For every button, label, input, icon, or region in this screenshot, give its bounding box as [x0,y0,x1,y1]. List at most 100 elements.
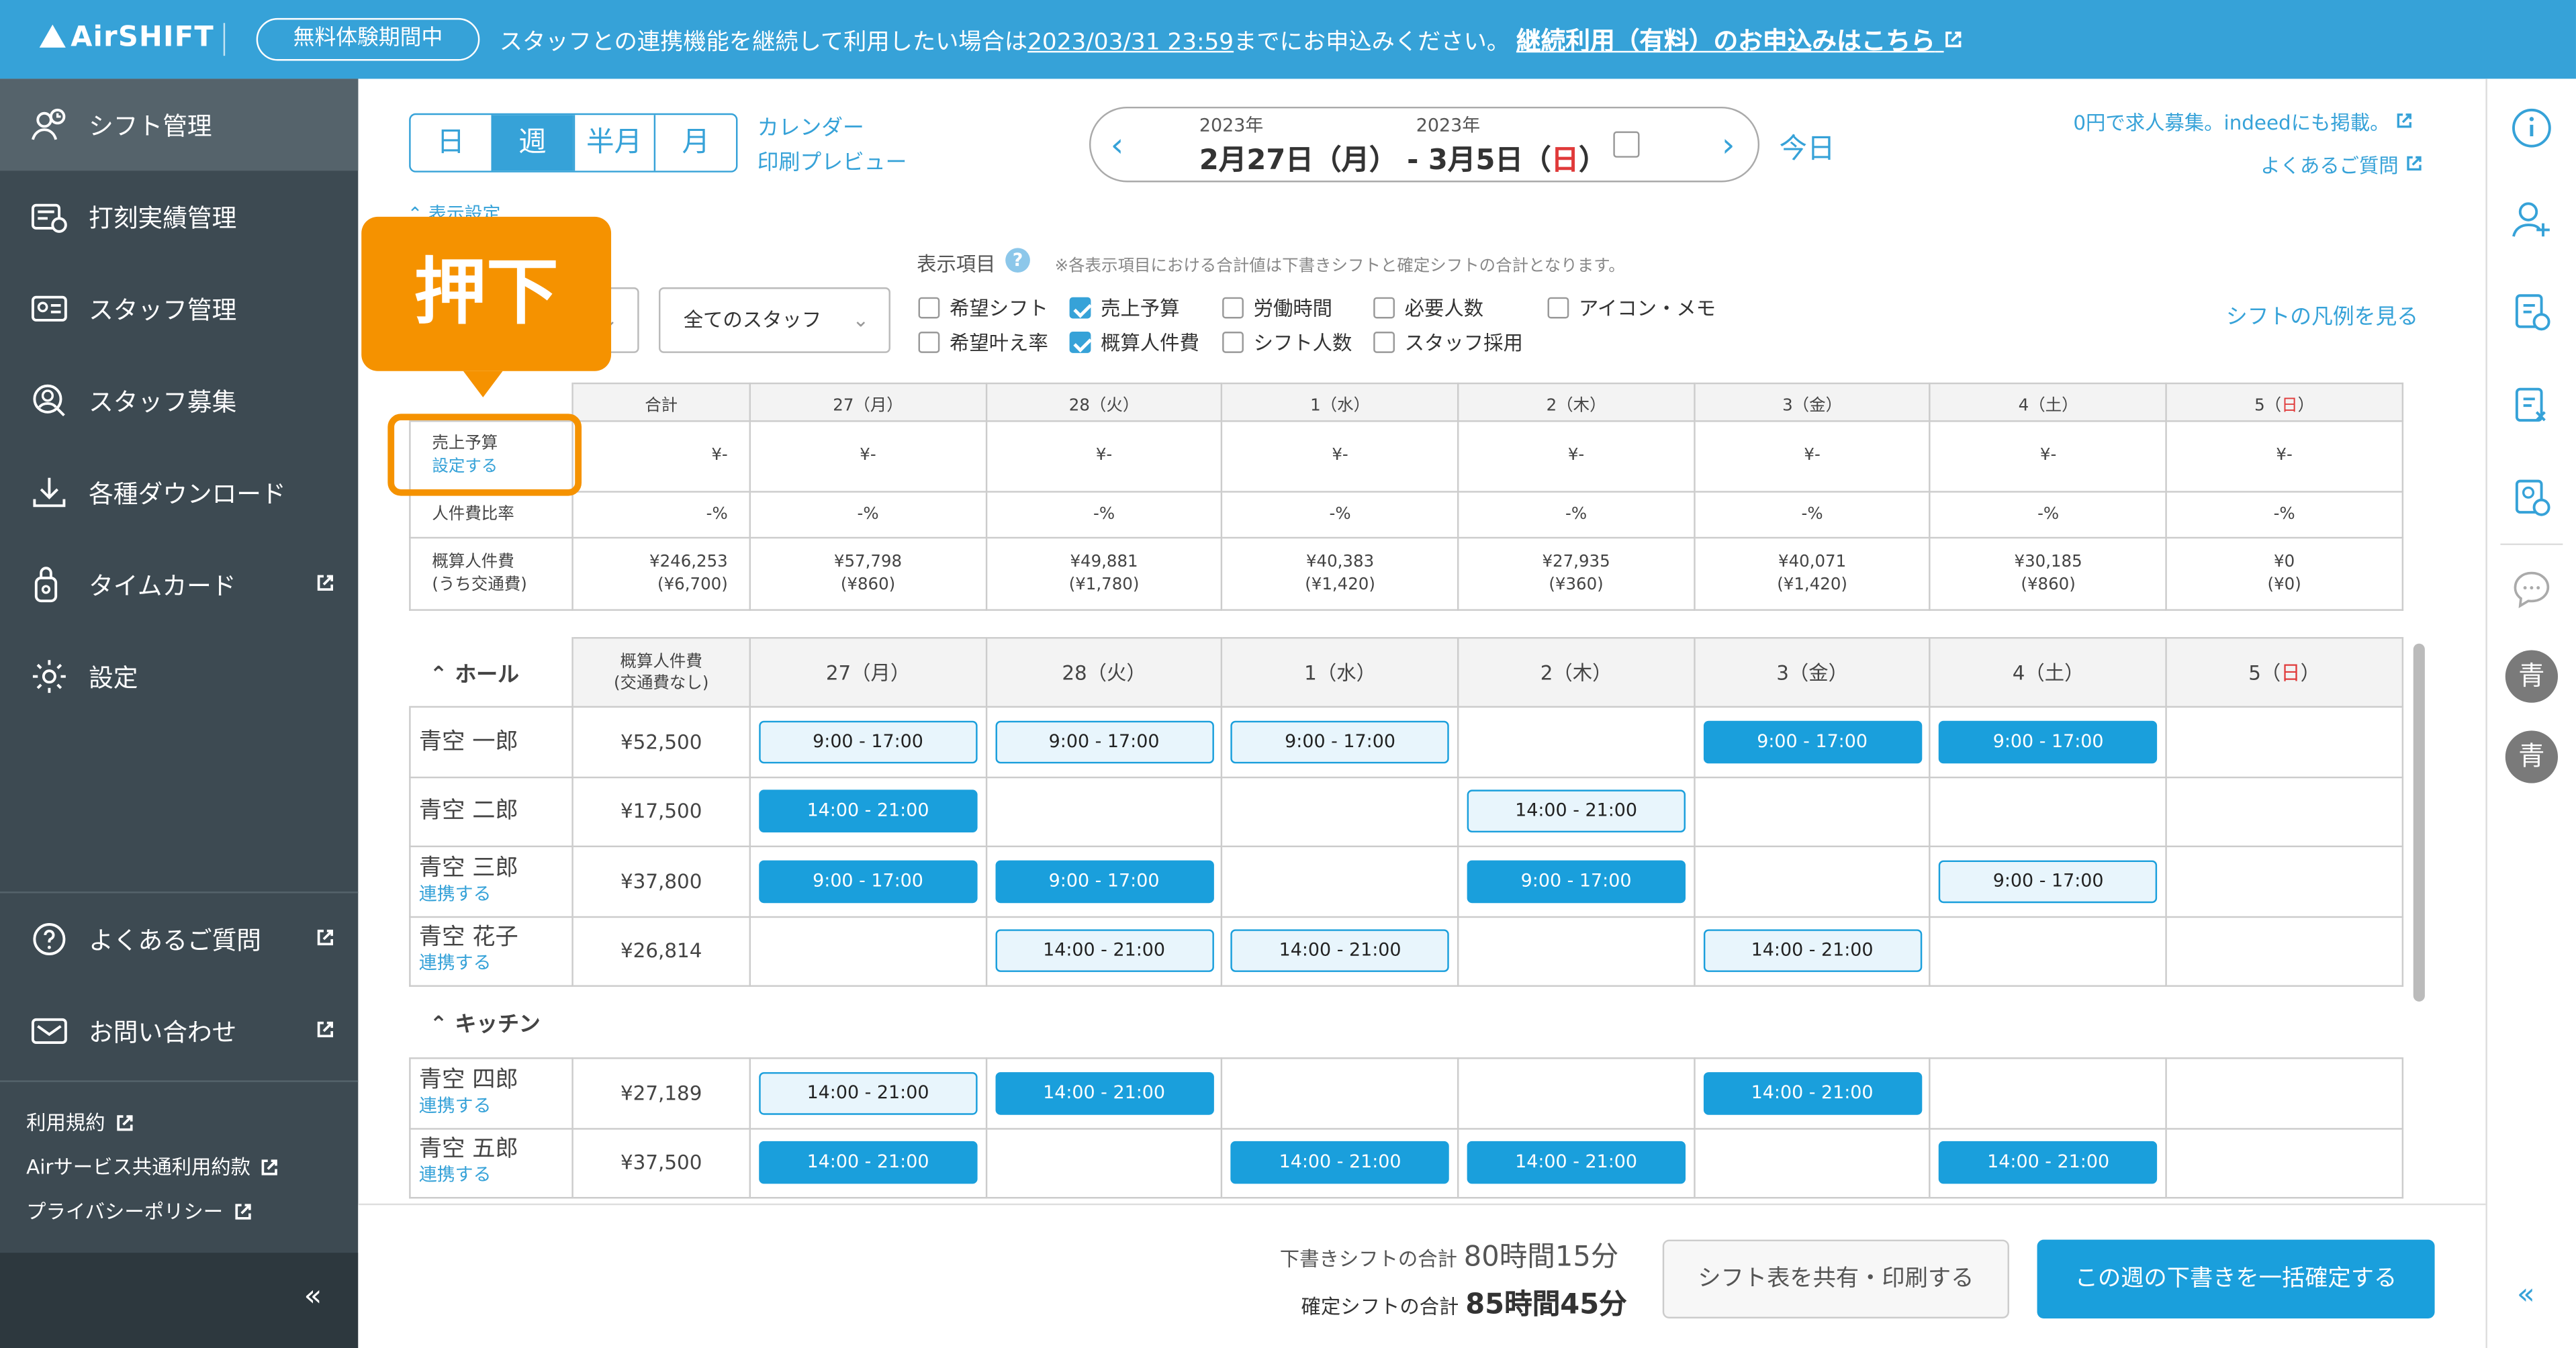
shift-cell[interactable]: 14:00 - 21:00 [1221,1127,1459,1199]
today-button[interactable]: 今日 [1779,125,1835,166]
draft-shift[interactable]: 14:00 - 21:00 [1230,929,1450,973]
sidebar-item-recruit[interactable]: スタッフ募集 [0,354,358,446]
confirmed-shift[interactable]: 14:00 - 21:00 [1230,1141,1450,1185]
shift-cell[interactable] [1221,775,1459,848]
confirmed-shift[interactable]: 14:00 - 21:00 [758,790,978,833]
staff-name-cell[interactable]: 青空 一郎 [409,706,573,778]
group-header-kitchen[interactable]: ⌃ キッチン [410,985,2403,1059]
sidebar-item-shift[interactable]: シフト管理 [0,79,359,171]
shift-request-icon[interactable] [2510,291,2553,334]
scrollbar[interactable] [2413,643,2425,1002]
sidebar-item-timestamp[interactable]: 打刻実績管理 [0,171,358,262]
shift-cell[interactable]: 9:00 - 17:00 [749,845,987,917]
shift-cell[interactable] [1693,845,1931,917]
shift-legend-link[interactable]: シフトの凡例を見る [2226,299,2418,330]
view-month-button[interactable]: 月 [654,115,736,171]
shift-cell[interactable] [2165,706,2403,778]
confirmed-shift[interactable]: 9:00 - 17:00 [1939,720,2158,763]
staff-check-icon[interactable] [2510,476,2553,519]
app-logo[interactable]: AirSHIFT [39,21,214,54]
shift-cell[interactable]: 14:00 - 21:00 [1929,1127,2168,1199]
shift-cell[interactable] [1457,915,1696,987]
draft-shift[interactable]: 9:00 - 17:00 [1230,720,1450,763]
shift-cell[interactable] [2165,775,2403,848]
confirmed-shift[interactable]: 9:00 - 17:00 [1467,859,1686,903]
shift-cell[interactable] [1693,1127,1931,1199]
shift-cell[interactable] [749,915,987,987]
shift-cell[interactable]: 14:00 - 21:00 [1457,1127,1696,1199]
sidebar-item-timecard[interactable]: タイムカード [0,538,358,630]
shift-cell[interactable] [1693,775,1931,848]
staff-name-cell[interactable]: 青空 五郎 連携する [409,1127,573,1199]
sidebar-item-download[interactable]: 各種ダウンロード [0,446,358,538]
draft-shift[interactable]: 14:00 - 21:00 [1467,790,1686,833]
indeed-link[interactable]: 0円で求人募集。indeedにも掲載。 [2073,108,2413,136]
link-staff-link[interactable]: 連携する [419,951,572,977]
confirmed-shift[interactable]: 14:00 - 21:00 [1939,1141,2158,1185]
shift-cell[interactable] [1929,915,2168,987]
chat-icon[interactable] [2510,568,2553,611]
shift-cell[interactable] [985,775,1224,848]
shift-cell[interactable] [2165,1057,2403,1129]
shift-cell[interactable]: 14:00 - 21:00 [749,1127,987,1199]
shift-cell[interactable]: 14:00 - 21:00 [1693,915,1931,987]
shift-cell[interactable]: 9:00 - 17:00 [1693,706,1931,778]
checkbox-icon-memo[interactable]: アイコン・メモ [1547,294,1716,322]
add-user-icon[interactable] [2510,197,2553,240]
checkbox-required-staff[interactable]: 必要人数 [1373,294,1483,322]
checkbox-shift-count[interactable]: シフト人数 [1222,328,1352,356]
draft-shift[interactable]: 14:00 - 21:00 [1702,929,1922,973]
prev-week-button[interactable]: ‹ [1111,125,1124,164]
view-week-button[interactable]: 週 [490,115,573,171]
draft-shift[interactable]: 9:00 - 17:00 [758,720,978,763]
shift-cell[interactable]: 14:00 - 21:00 [1693,1057,1931,1129]
shift-cell[interactable] [1221,1057,1459,1129]
shift-cell[interactable] [985,1127,1224,1199]
link-staff-link[interactable]: 連携する [419,1093,572,1119]
shift-cell[interactable] [1221,845,1459,917]
next-week-button[interactable]: › [1722,125,1735,164]
confirmed-shift[interactable]: 9:00 - 17:00 [758,859,978,903]
checkbox-staff-hiring[interactable]: スタッフ採用 [1373,328,1523,356]
confirmed-shift[interactable]: 9:00 - 17:00 [1702,720,1922,763]
sidebar-item-contact[interactable]: お問い合わせ [0,985,358,1077]
info-icon[interactable] [2510,107,2553,150]
calendar-icon[interactable] [1613,131,1640,158]
shift-cell[interactable] [1929,1057,2168,1129]
sidebar-item-staff[interactable]: スタッフ管理 [0,262,358,354]
shift-cell[interactable] [1457,1057,1696,1129]
shift-cell[interactable] [1457,706,1696,778]
shift-cell[interactable]: 9:00 - 17:00 [1929,706,2168,778]
shift-cell[interactable]: 9:00 - 17:00 [985,845,1224,917]
shift-cell[interactable]: 9:00 - 17:00 [1457,845,1696,917]
confirmed-shift[interactable]: 9:00 - 17:00 [995,859,1213,903]
draft-shift[interactable]: 9:00 - 17:00 [995,720,1213,763]
shift-cell[interactable] [1929,775,2168,848]
confirmed-shift[interactable]: 14:00 - 21:00 [1467,1141,1686,1185]
privacy-link[interactable]: プライバシーポリシー [26,1197,252,1225]
share-print-button[interactable]: シフト表を共有・印刷する [1662,1239,2009,1318]
checkbox-sales-budget[interactable]: 売上予算 [1069,294,1180,322]
service-terms-link[interactable]: Airサービス共通利用約款 [26,1153,280,1181]
draft-shift[interactable]: 14:00 - 21:00 [758,1071,978,1115]
staff-name-cell[interactable]: 青空 二郎 [409,775,573,848]
staff-name-cell[interactable]: 青空 三郎 連携する [409,845,573,917]
checkbox-labor-cost[interactable]: 概算人件費 [1069,328,1199,356]
shift-cell[interactable]: 14:00 - 21:00 [749,1057,987,1129]
shift-cell[interactable]: 14:00 - 21:00 [985,1057,1224,1129]
shift-cell[interactable] [2165,1127,2403,1199]
shift-cell[interactable]: 14:00 - 21:00 [1221,915,1459,987]
group-header-hall[interactable]: ⌃ ホール [410,638,573,708]
sidebar-item-settings[interactable]: 設定 [0,630,358,722]
shift-cell[interactable]: 9:00 - 17:00 [749,706,987,778]
confirmed-shift[interactable]: 14:00 - 21:00 [995,1071,1213,1115]
avatar[interactable]: 青 [2505,730,2559,783]
link-staff-link[interactable]: 連携する [419,1163,572,1189]
shift-cell[interactable]: 9:00 - 17:00 [985,706,1224,778]
shift-cell[interactable]: 14:00 - 21:00 [1457,775,1696,848]
document-clock-icon[interactable] [2510,384,2553,427]
staff-select[interactable]: 全てのスタッフ ⌄ [659,287,890,353]
faq-link[interactable]: よくあるご質問 [2260,151,2423,179]
link-staff-link[interactable]: 連携する [419,881,572,908]
staff-name-cell[interactable]: 青空 花子 連携する [409,915,573,987]
